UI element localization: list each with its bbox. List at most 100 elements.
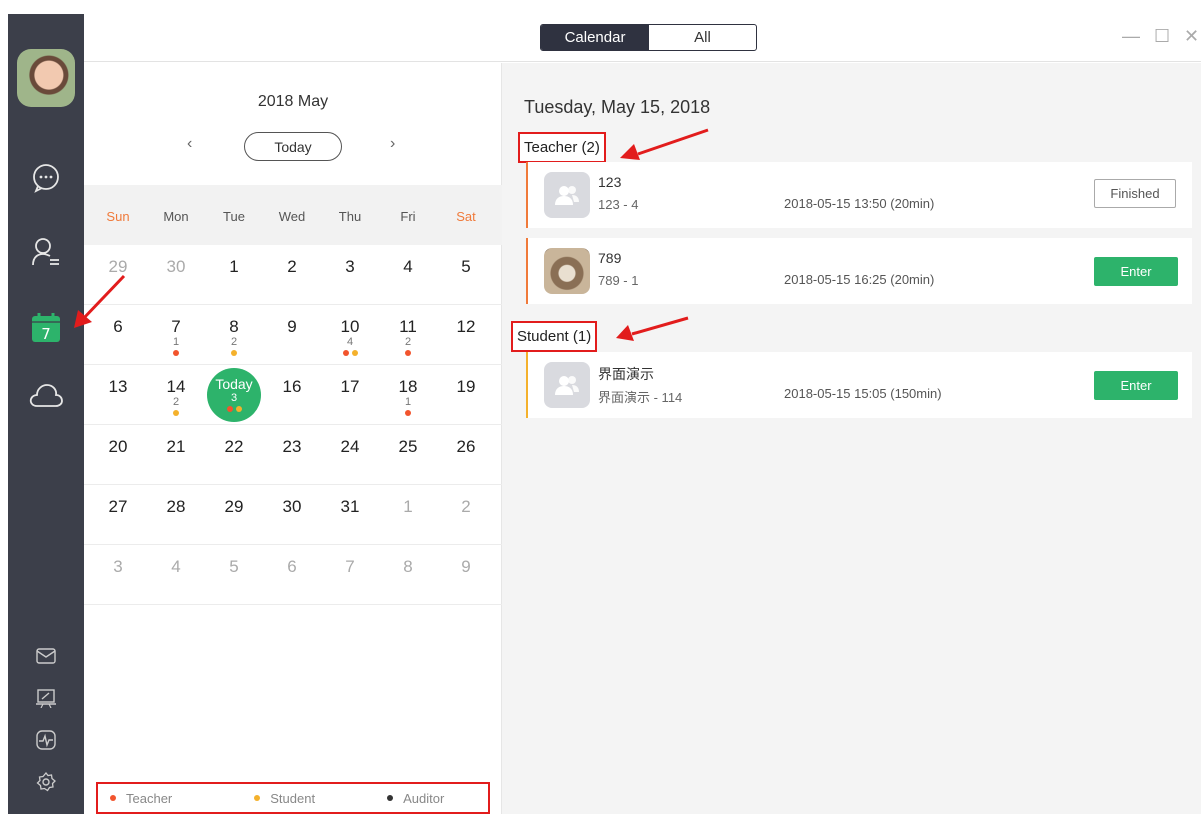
annotation-arrow-icon (620, 128, 709, 160)
day-number: 30 (282, 497, 302, 516)
day-cell[interactable]: 7 (320, 545, 380, 605)
day-cell[interactable]: 12 (436, 305, 496, 365)
tab-all[interactable]: All (649, 25, 756, 50)
day-cell[interactable]: 2 (262, 245, 322, 305)
day-cell[interactable]: 4 (146, 545, 206, 605)
class-card[interactable]: 界面演示 界面演示 - 114 2018-05-15 15:05 (150min… (526, 352, 1192, 418)
day-cell[interactable]: Today 3 (204, 365, 264, 425)
day-cell[interactable]: 30 (262, 485, 322, 545)
day-number: 1 (229, 257, 239, 276)
day-number: 24 (340, 437, 360, 456)
teacher-dot-icon (226, 406, 233, 412)
day-number: 29 (224, 497, 244, 516)
day-cell[interactable]: 29 (204, 485, 264, 545)
day-number: 14 (166, 377, 186, 396)
today-marker[interactable]: Today 3 (207, 368, 261, 422)
legend-teacher: Teacher (110, 791, 172, 806)
user-avatar[interactable] (17, 49, 75, 107)
enter-button[interactable]: Enter (1094, 371, 1178, 400)
minimize-button[interactable]: — (1122, 26, 1140, 47)
day-cell[interactable]: 9 (436, 545, 496, 605)
today-button[interactable]: Today (244, 132, 342, 161)
month-title: 2018 May (257, 93, 329, 110)
day-cell[interactable]: 21 (146, 425, 206, 485)
contacts-icon[interactable] (28, 234, 64, 270)
day-number: 31 (340, 497, 360, 516)
day-cell[interactable]: 3 (88, 545, 148, 605)
student-dot-icon (173, 410, 179, 416)
tab-calendar[interactable]: Calendar (541, 25, 649, 50)
week-row: 13 14 2 Today 3 16 17 18 1 19 (84, 365, 502, 425)
student-dot-icon (351, 350, 358, 356)
class-subtitle: 123 - 4 (598, 197, 639, 212)
svg-text:7: 7 (41, 325, 51, 343)
day-cell[interactable]: 82 (204, 305, 264, 365)
day-cell[interactable]: 20 (88, 425, 148, 485)
day-number: 17 (340, 377, 360, 396)
class-time: 2018-05-15 13:50 (20min) (784, 196, 935, 211)
day-cell[interactable]: 1 (378, 485, 438, 545)
class-title: 123 (598, 174, 622, 190)
day-cell[interactable]: 26 (436, 425, 496, 485)
prev-month-button[interactable]: ‹ (187, 135, 192, 153)
close-button[interactable]: ✕ (1184, 26, 1199, 47)
day-cell[interactable]: 14 2 (146, 365, 206, 425)
day-cell[interactable]: 4 (378, 245, 438, 305)
mail-icon[interactable] (34, 644, 58, 668)
day-cell[interactable]: 28 (146, 485, 206, 545)
day-number: 7 (171, 317, 181, 336)
day-cell[interactable]: 5 (204, 545, 264, 605)
class-title: 789 (598, 250, 622, 266)
day-cell[interactable]: 16 (262, 365, 322, 425)
day-number: 28 (166, 497, 186, 516)
day-cell[interactable]: 30 (146, 245, 206, 305)
day-cell[interactable]: 11 2 (378, 305, 438, 365)
class-card[interactable]: 789 789 - 1 2018-05-15 16:25 (20min) Ent… (526, 238, 1192, 304)
day-cell[interactable]: 13 (88, 365, 148, 425)
day-cell[interactable]: 6 (262, 545, 322, 605)
day-number: 26 (456, 437, 476, 456)
maximize-button[interactable]: ☐ (1154, 26, 1170, 47)
day-cell[interactable]: 10 4 (320, 305, 380, 365)
class-card[interactable]: 123 123 - 4 2018-05-15 13:50 (20min) Fin… (526, 162, 1192, 228)
day-number: 10 (340, 317, 360, 336)
day-cell[interactable]: 2 (436, 485, 496, 545)
day-number: 1 (403, 497, 413, 516)
class-count: 2 (404, 336, 412, 348)
day-number: 8 (229, 317, 239, 336)
class-title: 界面演示 (598, 366, 654, 382)
teacher-dot-icon (110, 795, 116, 801)
chat-bubble-icon[interactable] (28, 160, 64, 196)
day-cell[interactable]: 27 (88, 485, 148, 545)
class-time: 2018-05-15 16:25 (20min) (784, 272, 935, 287)
finished-button[interactable]: Finished (1094, 179, 1176, 208)
day-number: 23 (282, 437, 302, 456)
day-cell[interactable]: 24 (320, 425, 380, 485)
day-cell[interactable]: 19 (436, 365, 496, 425)
day-number: 18 (398, 377, 418, 396)
day-cell[interactable]: 17 (320, 365, 380, 425)
day-cell[interactable]: 8 (378, 545, 438, 605)
weekday-label: Fri (400, 209, 416, 224)
cloud-icon[interactable] (28, 378, 64, 414)
day-cell[interactable]: 9 (262, 305, 322, 365)
day-cell[interactable]: 22 (204, 425, 264, 485)
day-cell[interactable]: 5 (436, 245, 496, 305)
activity-icon[interactable] (34, 728, 58, 752)
day-cell[interactable]: 71 (146, 305, 206, 365)
whiteboard-icon[interactable] (34, 686, 58, 710)
event-dots (146, 350, 206, 356)
day-cell[interactable]: 31 (320, 485, 380, 545)
day-cell[interactable]: 18 1 (378, 365, 438, 425)
day-cell[interactable]: 23 (262, 425, 322, 485)
next-month-button[interactable]: › (390, 135, 395, 153)
day-number: 7 (345, 557, 355, 576)
calendar-icon[interactable]: 7 (28, 310, 64, 346)
settings-icon[interactable] (34, 770, 58, 794)
day-cell[interactable]: 3 (320, 245, 380, 305)
enter-button[interactable]: Enter (1094, 257, 1178, 286)
legend-label: Auditor (403, 790, 445, 806)
auditor-dot-icon (387, 795, 394, 801)
day-cell[interactable]: 25 (378, 425, 438, 485)
day-cell[interactable]: 1 (204, 245, 264, 305)
